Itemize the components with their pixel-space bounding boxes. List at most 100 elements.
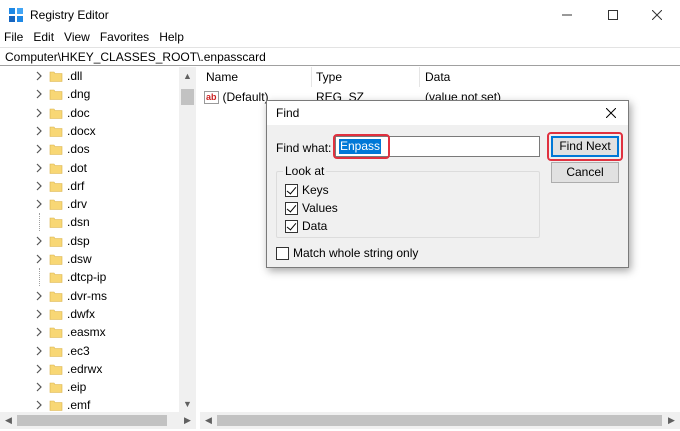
close-button[interactable] [634,0,680,30]
tree-item[interactable]: .easmx [0,323,180,341]
address-bar[interactable]: Computer\HKEY_CLASSES_ROOT\.enpasscard [0,47,680,66]
list-horizontal-scrollbar[interactable]: ◀ ▶ [200,412,680,429]
chevron-right-icon[interactable] [35,126,43,136]
folder-icon [49,71,63,82]
column-name[interactable]: Name [200,67,312,87]
chevron-right-icon[interactable] [35,364,43,374]
tree-vertical-scrollbar[interactable]: ▲ ▼ [179,67,196,412]
keys-option[interactable]: Keys [285,182,329,198]
tree-item[interactable]: .dsn [0,213,180,232]
chevron-right-icon[interactable] [35,309,43,319]
menu-view[interactable]: View [59,28,95,46]
tree-item[interactable]: .docx [0,122,180,140]
tree-item[interactable]: .drf [0,177,180,195]
tree-horizontal-scrollbar[interactable]: ◀ ▶ [0,412,196,429]
maximize-button[interactable] [590,0,636,30]
chevron-right-icon[interactable] [35,144,43,154]
chevron-right-icon[interactable] [35,254,43,264]
chevron-right-icon[interactable] [35,89,43,99]
scroll-down-icon[interactable]: ▼ [179,395,196,412]
folder-icon [49,126,63,137]
column-type[interactable]: Type [310,67,420,87]
folder-icon [49,254,63,265]
tree-item[interactable]: .dsw [0,250,180,268]
scroll-right-icon[interactable]: ▶ [663,412,680,429]
tree-item[interactable]: .dll [0,67,180,85]
folder-icon [49,364,63,375]
folder-icon [49,401,63,412]
tree-item[interactable]: .edrwx [0,360,180,378]
scroll-up-icon[interactable]: ▲ [179,67,196,84]
column-data[interactable]: Data [419,67,579,87]
tree-item[interactable]: .dng [0,85,180,103]
chevron-right-icon[interactable] [35,346,43,356]
list-hscroll-thumb[interactable] [217,415,662,426]
tree-item-label: .dwfx [67,306,96,321]
values-label: Values [302,201,338,215]
maximize-icon [608,10,618,20]
chevron-right-icon[interactable] [35,108,43,118]
chevron-right-icon[interactable] [35,199,43,209]
key-tree[interactable]: .dll .dng .doc .docx .dos .dot .drf .drv .dsn .ds… [0,67,196,412]
value-name: (Default) [222,90,269,104]
match-whole-option[interactable]: Match whole string only [276,245,418,261]
chevron-right-icon[interactable] [35,327,43,337]
chevron-right-icon[interactable] [35,163,43,173]
input-highlight-box [333,134,390,159]
folder-icon [49,199,63,210]
tree-item[interactable]: .dot [0,159,180,177]
menu-edit[interactable]: Edit [28,28,59,46]
chevron-right-icon[interactable] [35,291,43,301]
minimize-button[interactable] [544,0,590,30]
tree-item-label: .emf [67,398,91,412]
tree-item[interactable]: .drv [0,195,180,213]
tree-item-label: .dsw [67,252,92,266]
find-what-label: Find what: [276,141,332,155]
scroll-left-icon[interactable]: ◀ [0,412,17,429]
tree-item[interactable]: .doc [0,104,180,122]
chevron-right-icon[interactable] [35,71,43,81]
folder-icon [49,181,63,192]
scroll-right-icon[interactable]: ▶ [179,412,196,429]
tree-item-label: .dot [67,160,88,175]
tree-scroll-thumb[interactable] [181,89,194,105]
folder-icon [49,89,63,101]
tree-item-label: .eip [67,380,87,395]
keys-checkbox[interactable] [285,183,298,197]
folder-icon [49,108,63,119]
chevron-right-icon[interactable] [35,236,43,246]
tree-item[interactable]: .eip [0,378,180,396]
values-checkbox[interactable] [285,201,298,215]
folder-icon [49,236,63,247]
scroll-left-icon[interactable]: ◀ [200,412,217,429]
chevron-right-icon[interactable] [35,400,43,410]
value-row[interactable]: ab (Default) [204,88,269,106]
tree-item[interactable]: .dvr-ms [0,287,180,305]
tree-item-label: .drf [67,178,85,193]
tree-item-label: .ec3 [67,343,90,358]
values-option[interactable]: Values [285,200,338,216]
tree-item[interactable]: .emf [0,396,180,412]
tree-item[interactable]: .dwfx [0,305,180,323]
menu-file[interactable]: File [0,28,28,46]
tree-item-label: .dtcp-ip [67,270,107,285]
tree-item[interactable]: .dtcp-ip [0,268,180,287]
data-option[interactable]: Data [285,218,327,234]
match-whole-checkbox[interactable] [276,246,289,260]
dialog-title: Find [276,106,300,120]
tree-item[interactable]: .ec3 [0,342,180,360]
tree-hscroll-thumb[interactable] [17,415,167,426]
window-title: Registry Editor [30,8,109,22]
menu-favorites[interactable]: Favorites [95,28,154,46]
data-checkbox[interactable] [285,219,298,233]
menu-help[interactable]: Help [154,28,189,46]
cancel-button[interactable]: Cancel [551,162,619,183]
tree-item-label: .edrwx [67,361,103,376]
chevron-right-icon[interactable] [35,181,43,191]
tree-item[interactable]: .dos [0,140,180,158]
string-value-icon: ab [204,90,219,104]
chevron-right-icon[interactable] [35,382,43,392]
dialog-close-button[interactable] [601,104,621,122]
minimize-icon [562,14,572,16]
tree-item[interactable]: .dsp [0,232,180,250]
